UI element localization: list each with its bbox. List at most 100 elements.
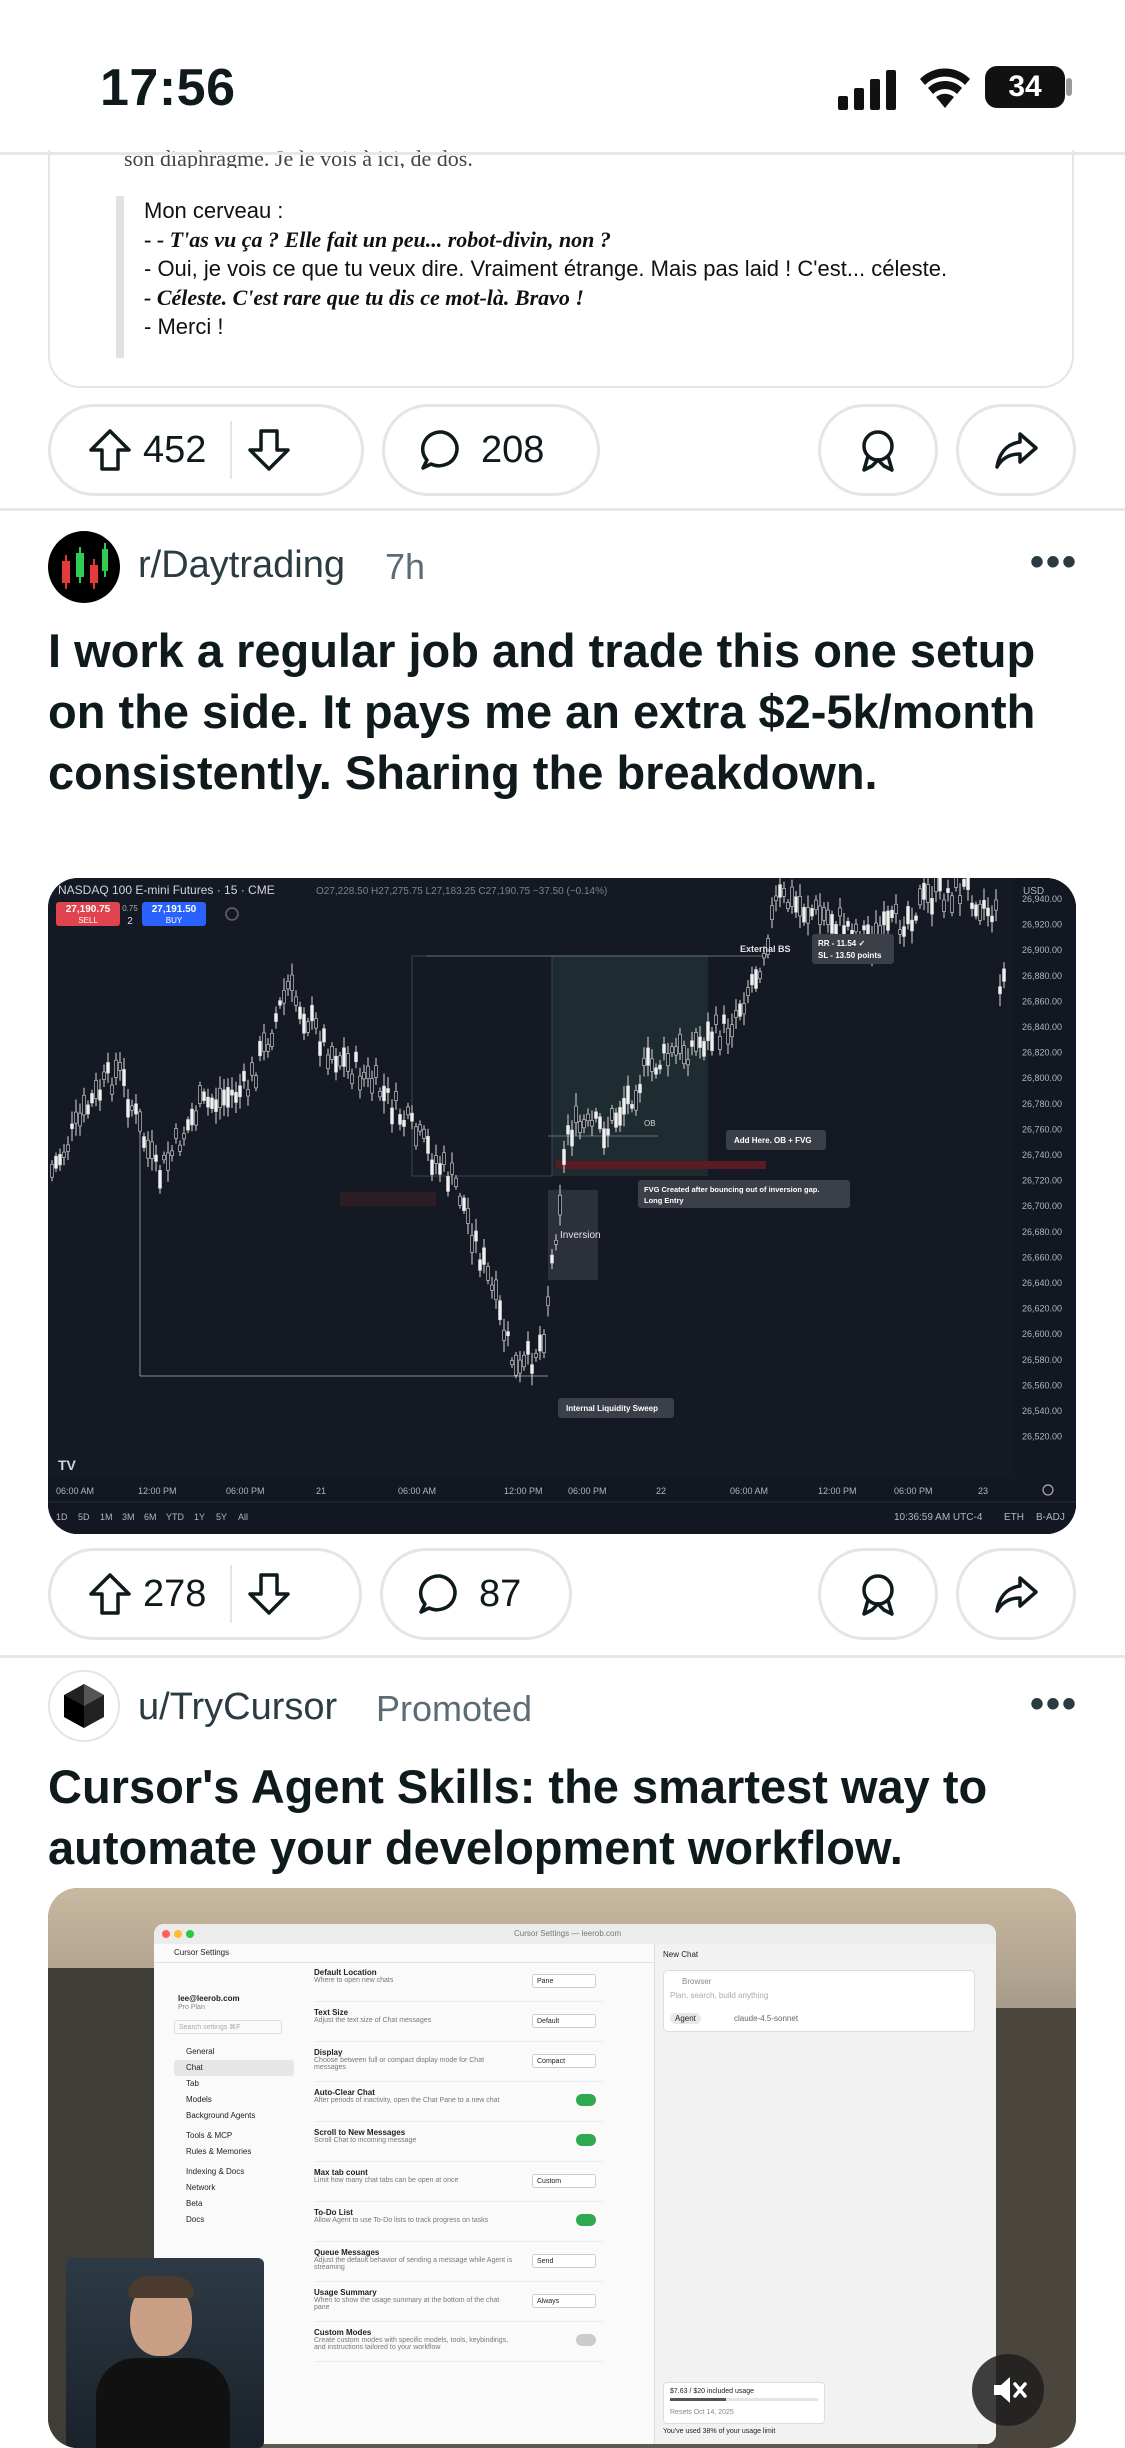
more-options-button[interactable]: ••• — [1030, 540, 1078, 585]
setting-toggle[interactable] — [576, 2334, 596, 2346]
candle-body — [674, 1046, 678, 1056]
downvote-icon[interactable] — [246, 1571, 292, 1617]
y-tick-label: 26,680.00 — [1022, 1227, 1062, 1237]
setting-toggle[interactable] — [576, 2214, 596, 2226]
model-selector[interactable]: claude-4.5-sonnet — [734, 2014, 798, 2023]
range-button[interactable]: 5Y — [216, 1512, 227, 1522]
subreddit-avatar[interactable] — [48, 531, 120, 603]
range-button[interactable]: YTD — [166, 1512, 185, 1522]
promo-video[interactable]: Cursor Settings — leerob.com Cursor Sett… — [48, 1888, 1076, 2448]
candle-body — [902, 926, 906, 937]
candle-body — [498, 1300, 502, 1321]
settings-nav-item[interactable]: Docs — [174, 2212, 294, 2232]
settings-search-input[interactable]: Search settings ⌘F — [174, 2020, 282, 2034]
candle-body — [914, 915, 918, 921]
chart-image[interactable]: NASDAQ 100 E-mini Futures · 15 · CME O27… — [48, 878, 1076, 1534]
buy-button[interactable]: 27,191.50 BUY — [142, 902, 206, 926]
upvote-icon[interactable] — [87, 427, 133, 473]
candle-body — [974, 904, 978, 917]
setting-description: Allow Agent to use To-Do lists to track … — [314, 2217, 489, 2224]
setting-toggle[interactable] — [576, 2094, 596, 2106]
tab-cursor-settings[interactable]: Cursor Settings — [174, 1948, 229, 1957]
adjust-label[interactable]: B-ADJ — [1036, 1512, 1065, 1523]
settings-nav-item[interactable]: Chat — [174, 2060, 294, 2076]
settings-nav-item[interactable]: Tab — [174, 2076, 294, 2092]
settings-nav-item[interactable]: Beta — [174, 2196, 294, 2212]
settings-nav-item[interactable]: Indexing & Docs — [174, 2164, 294, 2180]
sell-label: SELL — [78, 916, 98, 925]
y-tick-label: 26,760.00 — [1022, 1124, 1062, 1134]
setting-dropdown[interactable]: Send — [532, 2254, 596, 2268]
minimize-window-icon[interactable] — [174, 1930, 182, 1938]
candle-body — [90, 1093, 94, 1104]
session-label: ETH — [1004, 1512, 1024, 1523]
settings-nav-item[interactable]: Rules & Memories — [174, 2144, 294, 2164]
range-button[interactable]: 1Y — [194, 1512, 205, 1522]
settings-nav-item[interactable]: Network — [174, 2180, 294, 2196]
downvote-icon[interactable] — [246, 427, 292, 473]
y-tick-label: 26,800.00 — [1022, 1073, 1062, 1083]
candle-body — [310, 1004, 314, 1022]
sell-button[interactable]: 27,190.75 SELL — [56, 902, 120, 926]
range-button[interactable]: 1M — [100, 1512, 113, 1522]
window-titlebar: Cursor Settings — leerob.com — [154, 1924, 996, 1944]
annotation-ob: OB — [644, 1119, 656, 1128]
more-options-button[interactable]: ••• — [1030, 1682, 1078, 1727]
candle-body — [58, 1154, 62, 1166]
award-button[interactable] — [818, 404, 938, 496]
range-button[interactable]: All — [238, 1512, 248, 1522]
candle-body — [570, 1129, 574, 1147]
speaker-muted-icon — [994, 2377, 1027, 2403]
new-chat-tab[interactable]: New Chat — [663, 1950, 698, 1959]
setting-dropdown[interactable]: Compact — [532, 2054, 596, 2068]
range-button[interactable]: 6M — [144, 1512, 157, 1522]
settings-nav-item[interactable]: Background Agents — [174, 2108, 294, 2128]
setting-description: Choose between full or compact display m… — [314, 2057, 485, 2071]
setting-dropdown[interactable]: Always — [532, 2294, 596, 2308]
candle-body — [582, 1119, 586, 1129]
share-button[interactable] — [956, 404, 1076, 496]
x-tick-label: 06:00 PM — [568, 1486, 607, 1496]
candle-body — [938, 878, 942, 892]
settings-nav-item[interactable]: Tools & MCP — [174, 2128, 294, 2144]
y-tick-label: 26,820.00 — [1022, 1048, 1062, 1058]
app-window: Cursor Settings — leerob.com Cursor Sett… — [154, 1924, 996, 2444]
candle-body — [494, 1279, 498, 1300]
range-button[interactable]: 3M — [122, 1512, 135, 1522]
mute-button[interactable] — [972, 2354, 1044, 2426]
comments-button[interactable]: 87 — [380, 1548, 572, 1640]
setting-toggle[interactable] — [576, 2134, 596, 2146]
agent-mode-chip[interactable]: Agent — [670, 2013, 701, 2024]
candle-body — [470, 1235, 474, 1253]
award-button[interactable] — [818, 1548, 938, 1640]
candle-body — [990, 915, 994, 923]
browser-chip[interactable]: Browser — [682, 1977, 711, 1986]
post-title[interactable]: I work a regular job and trade this one … — [48, 620, 1068, 803]
candle-body — [282, 989, 286, 1004]
setting-description: Adjust the text size of Chat messages — [314, 2017, 432, 2024]
advertiser-name[interactable]: u/TryCursor — [138, 1686, 337, 1729]
upvote-icon[interactable] — [87, 1571, 133, 1617]
range-button[interactable]: 5D — [78, 1512, 90, 1522]
post-title[interactable]: Cursor's Agent Skills: the smartest way … — [48, 1756, 1088, 1878]
candle-body — [478, 1259, 482, 1271]
advertiser-avatar[interactable] — [48, 1670, 120, 1742]
comments-button[interactable]: 208 — [382, 404, 600, 496]
setting-dropdown[interactable]: Pane — [532, 1974, 596, 1988]
candle-body — [874, 922, 878, 936]
close-window-icon[interactable] — [162, 1930, 170, 1938]
candle-body — [802, 907, 806, 923]
settings-nav-item[interactable]: Models — [174, 2092, 294, 2108]
setting-dropdown[interactable]: Default — [532, 2014, 596, 2028]
stop-zone — [340, 1192, 436, 1206]
chat-input-box[interactable]: Browser Plan, search, build anything Age… — [663, 1970, 975, 2032]
user-plan: Pro Plan — [178, 2004, 205, 2011]
range-button[interactable]: 1D — [56, 1512, 68, 1522]
quote-line: - Merci ! — [144, 314, 224, 339]
setting-dropdown[interactable]: Custom — [532, 2174, 596, 2188]
settings-nav-item[interactable]: General — [174, 2044, 294, 2060]
share-button[interactable] — [956, 1548, 1076, 1640]
maximize-window-icon[interactable] — [186, 1930, 194, 1938]
subreddit-name[interactable]: r/Daytrading — [138, 544, 345, 587]
candle-body — [922, 882, 926, 900]
